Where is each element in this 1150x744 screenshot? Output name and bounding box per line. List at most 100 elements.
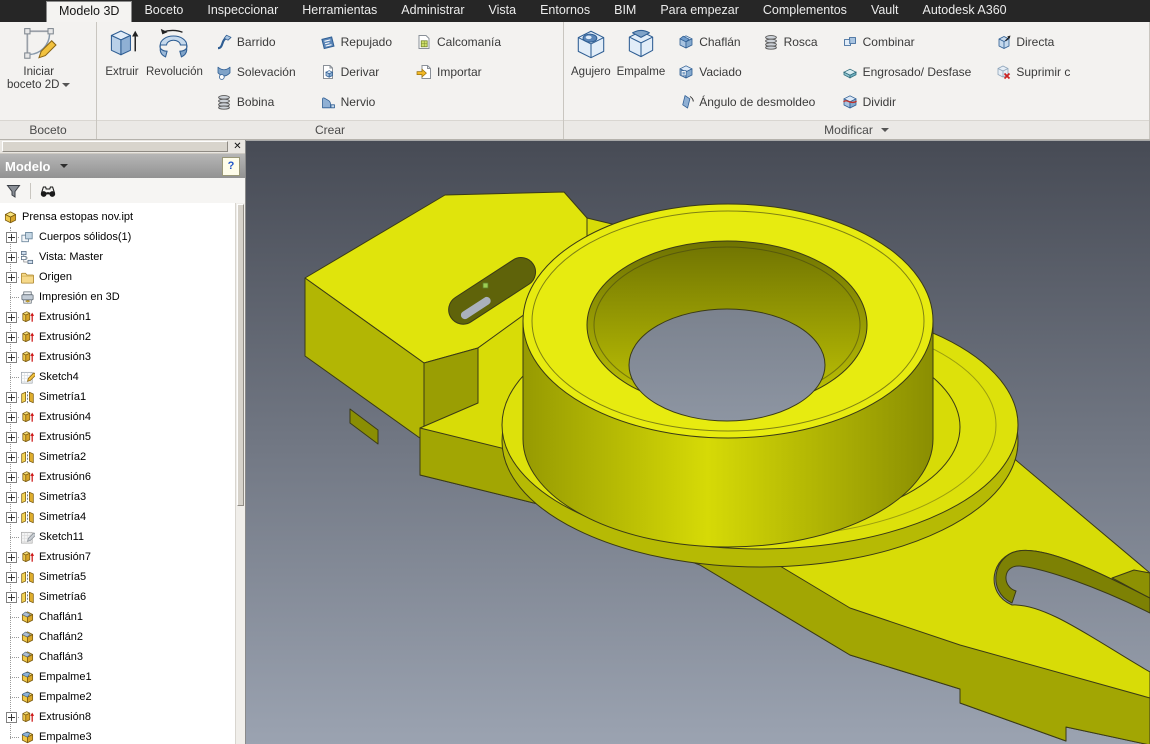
expand-plus-icon[interactable] [6,232,17,243]
tree-item-extrusion5[interactable]: Extrusión5 [0,427,236,447]
panel-footer-crear[interactable]: Crear [97,120,563,139]
panel-footer-modificar[interactable]: Modificar [564,120,1149,139]
expand-plus-icon[interactable] [6,332,17,343]
tab-vault[interactable]: Vault [859,0,911,22]
expand-plus-icon[interactable] [6,412,17,423]
tree-item-label: Extrusión3 [39,351,91,363]
filter-icon[interactable] [6,184,21,198]
expand-plus-icon[interactable] [6,592,17,603]
tab-para-empezar[interactable]: Para empezar [648,0,751,22]
tab-herramientas[interactable]: Herramientas [290,0,389,22]
loft-icon [217,66,231,80]
button-combinar[interactable]: Combinar [842,34,915,50]
tree-item-simetria5[interactable]: Simetría5 [0,567,236,587]
split-icon [842,95,857,109]
tree-item-label: Extrusión6 [39,471,91,483]
button-label: Calcomanía [437,35,502,49]
button-derivar[interactable]: Derivar [320,64,379,80]
button-chaflan[interactable]: Chaflán [678,34,741,50]
viewport-3d[interactable] [246,140,1150,744]
browser-vscroll-thumb[interactable] [237,204,244,506]
button-suprimir-c[interactable]: Suprimir c [995,64,1070,80]
expand-plus-icon[interactable] [6,312,17,323]
tree-item-simetria2[interactable]: Simetría2 [0,447,236,467]
browser-title-dropdown-icon[interactable] [59,164,68,172]
tree-item-extrusion7[interactable]: Extrusión7 [0,547,236,567]
browser-hscroll-thumb[interactable] [2,141,228,152]
browser-horizontal-scrollbar[interactable]: ✕ [0,140,245,154]
tree-item-empalme3[interactable]: Empalme3 [0,727,236,744]
button-calcomania[interactable]: Calcomanía [416,34,501,50]
tab-modelo-3d[interactable]: Modelo 3D [46,1,133,22]
tree-item-sketch11[interactable]: Sketch11 [0,527,236,547]
button-revolucion[interactable]: Revolución [143,25,206,81]
tree-item-extrusion1[interactable]: Extrusión1 [0,307,236,327]
expand-plus-icon[interactable] [6,252,17,263]
tree-item-simetria1[interactable]: Simetría1 [0,387,236,407]
tree-item-cuerpos-solidos-1[interactable]: Cuerpos sólidos(1) [0,227,236,247]
button-rosca[interactable]: Rosca [763,34,818,50]
expand-plus-icon[interactable] [6,512,17,523]
tree-item-simetria3[interactable]: Simetría3 [0,487,236,507]
button-agujero[interactable]: Agujero [568,25,614,81]
tab-vista[interactable]: Vista [477,0,529,22]
tab-entornos[interactable]: Entornos [528,0,602,22]
tab-bim[interactable]: BIM [602,0,648,22]
expand-plus-icon[interactable] [6,352,17,363]
tree-item-prensa-estopas-nov-ipt[interactable]: Prensa estopas nov.ipt [0,207,236,227]
button-vaciado[interactable]: Vaciado [678,64,742,80]
tab-boceto[interactable]: Boceto [132,0,195,22]
button-iniciar-boceto-2d[interactable]: Iniciar boceto 2D [4,25,73,94]
tab-autodesk-a360[interactable]: Autodesk A360 [911,0,1019,22]
tree-item-extrusion3[interactable]: Extrusión3 [0,347,236,367]
button-repujado[interactable]: Repujado [320,34,392,50]
tree-item-empalme2[interactable]: Empalme2 [0,687,236,707]
fillet-tree-icon [21,671,34,683]
button-bobina[interactable]: Bobina [216,94,274,110]
button-dividir[interactable]: Dividir [842,94,896,110]
tree-item-origen[interactable]: Origen [0,267,236,287]
expand-plus-icon[interactable] [6,392,17,403]
panel-footer-boceto[interactable]: Boceto [0,120,96,139]
button-importar[interactable]: Importar [416,64,482,80]
expand-plus-icon[interactable] [6,432,17,443]
help-icon[interactable]: ? [222,156,240,176]
browser-close-button[interactable]: ✕ [230,141,245,153]
tree-item-chaflan1[interactable]: Chaflán1 [0,607,236,627]
button-extruir[interactable]: Extruir [101,25,143,81]
tab-inspeccionar[interactable]: Inspeccionar [195,0,290,22]
tree-item-simetria4[interactable]: Simetría4 [0,507,236,527]
button-empalme[interactable]: Empalme [614,25,669,81]
expand-plus-icon[interactable] [6,272,17,283]
expand-plus-icon[interactable] [6,452,17,463]
tree-item-extrusion6[interactable]: Extrusión6 [0,467,236,487]
tab-complementos[interactable]: Complementos [751,0,859,22]
expand-plus-icon[interactable] [6,712,17,723]
tab-administrar[interactable]: Administrar [389,0,476,22]
button-directa[interactable]: Directa [995,34,1054,50]
button-angulo-de-desmoldeo[interactable]: Ángulo de desmoldeo [678,94,815,110]
browser-vertical-scrollbar[interactable] [235,203,245,744]
tree-item-empalme1[interactable]: Empalme1 [0,667,236,687]
ribbon-panel-crear: Extruir Revolución Barrido Solevación Bobina… [97,22,564,139]
button-solevacion[interactable]: Solevación [216,64,296,80]
button-barrido[interactable]: Barrido [216,34,276,50]
tree-item-impresion-en-3d[interactable]: Impresión en 3D [0,287,236,307]
tree-item-extrusion4[interactable]: Extrusión4 [0,407,236,427]
tree-item-sketch4[interactable]: Sketch4 [0,367,236,387]
button-nervio[interactable]: Nervio [320,94,375,110]
model-canvas[interactable] [246,141,1150,744]
tree-item-vista-master[interactable]: Vista: Master [0,247,236,267]
expand-plus-icon[interactable] [6,572,17,583]
tree-item-extrusion8[interactable]: Extrusión8 [0,707,236,727]
expand-plus-icon[interactable] [6,472,17,483]
tree-item-extrusion2[interactable]: Extrusión2 [0,327,236,347]
expand-plus-icon[interactable] [6,552,17,563]
search-binoculars-icon[interactable] [40,184,56,198]
tree-item-chaflan2[interactable]: Chaflán2 [0,627,236,647]
button-engrosado-desfase[interactable]: Engrosado/ Desfase [842,64,971,80]
tree-item-simetria6[interactable]: Simetría6 [0,587,236,607]
toolbar-divider [30,183,31,199]
tree-item-chaflan3[interactable]: Chaflán3 [0,647,236,667]
expand-plus-icon[interactable] [6,492,17,503]
